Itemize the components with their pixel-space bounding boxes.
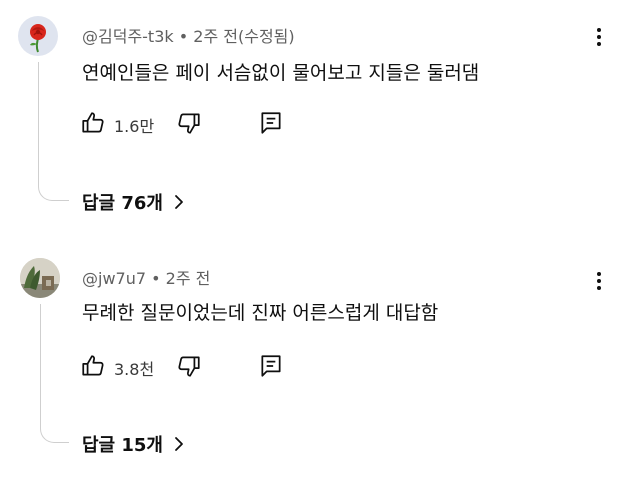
replies-label: 답글 76개 [82, 193, 163, 214]
like-count: 1.6만 [114, 117, 155, 136]
comment-icon [261, 112, 281, 134]
chevron-right-icon [175, 437, 183, 451]
rose-icon [30, 24, 46, 53]
thumbs-up-icon [82, 355, 104, 376]
thumbs-up-icon [82, 112, 104, 133]
comment-text: 무례한 질문이었는데 진짜 어른스럽게 대답함 [82, 302, 439, 324]
like-button[interactable] [80, 110, 106, 136]
reply-button[interactable] [258, 110, 284, 136]
comment-meta: @jw7u7 • 2주 전 [82, 265, 210, 289]
reply-button[interactable] [258, 353, 284, 379]
view-replies-button[interactable]: 답글 76개 [82, 189, 185, 215]
comment-meta: @김덕주-t3k • 2주 전(수정됨) [82, 23, 295, 47]
author-avatar[interactable] [20, 258, 60, 298]
meta-separator: • [178, 27, 189, 46]
thumbs-down-icon [178, 113, 200, 134]
comment-time: 2주 전(수정됨) [193, 27, 295, 46]
like-button[interactable] [80, 353, 106, 379]
author-name[interactable]: @jw7u7 [82, 269, 146, 288]
more-options-button[interactable] [588, 24, 610, 50]
more-vert-icon [588, 268, 610, 294]
photo-avatar [20, 258, 60, 298]
comment-time: 2주 전 [165, 269, 211, 288]
dislike-button[interactable] [176, 353, 202, 379]
thread-line [38, 62, 69, 201]
more-options-button[interactable] [588, 268, 610, 294]
replies-label: 답글 15개 [82, 435, 163, 456]
author-avatar[interactable] [18, 16, 58, 56]
thread-line [40, 304, 69, 443]
more-vert-icon [588, 24, 610, 50]
author-name[interactable]: @김덕주-t3k [82, 27, 174, 46]
meta-separator: • [151, 269, 161, 288]
like-count: 3.8천 [114, 360, 155, 379]
thumbs-down-icon [178, 356, 200, 377]
chevron-right-icon [175, 195, 183, 209]
view-replies-button[interactable]: 답글 15개 [82, 431, 185, 457]
dislike-button[interactable] [176, 110, 202, 136]
comment-icon [261, 355, 281, 377]
comment-text: 연예인들은 페이 서슴없이 물어보고 지들은 둘러댐 [82, 62, 480, 84]
